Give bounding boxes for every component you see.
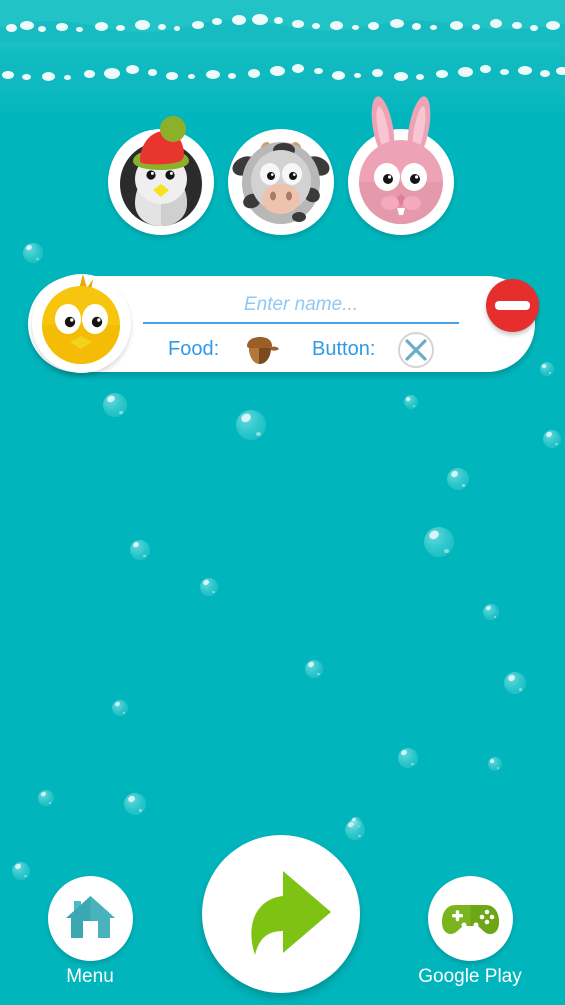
remove-entry-button[interactable]	[486, 279, 539, 332]
next-button[interactable]	[202, 835, 360, 993]
google-play-button-circle[interactable]	[427, 876, 513, 961]
character-avatar-row	[0, 96, 565, 239]
menu-button-circle[interactable]	[47, 876, 133, 961]
food-label: Food:	[168, 338, 220, 360]
wave-band-lower	[0, 62, 565, 88]
game-screen: Food: Button:	[0, 0, 565, 1005]
wave-band-upper	[0, 16, 565, 42]
avatar-chick[interactable]	[32, 274, 131, 373]
gamepad-icon	[441, 905, 499, 934]
cow-graphic	[232, 137, 330, 227]
avatar-penguin[interactable]	[108, 116, 214, 235]
bunny-graphic	[356, 96, 446, 227]
avatar-cow[interactable]	[228, 129, 334, 235]
acorn-icon[interactable]	[243, 334, 281, 366]
chick-graphic	[42, 274, 120, 364]
button-label: Button:	[312, 338, 376, 360]
google-play-button[interactable]: Google Play	[410, 876, 530, 988]
avatar-bunny[interactable]	[348, 96, 454, 235]
home-icon	[65, 896, 115, 938]
close-x-icon[interactable]	[396, 330, 436, 370]
name-input[interactable]	[143, 288, 459, 324]
menu-button[interactable]: Menu	[45, 876, 135, 988]
penguin-graphic	[116, 116, 206, 227]
forward-arrow-icon	[251, 871, 331, 955]
menu-label: Menu	[66, 966, 114, 987]
bottom-navigation-bar: Menu Google Play	[0, 820, 565, 1005]
google-play-label: Google Play	[418, 966, 522, 987]
minus-circle-icon	[495, 301, 530, 310]
